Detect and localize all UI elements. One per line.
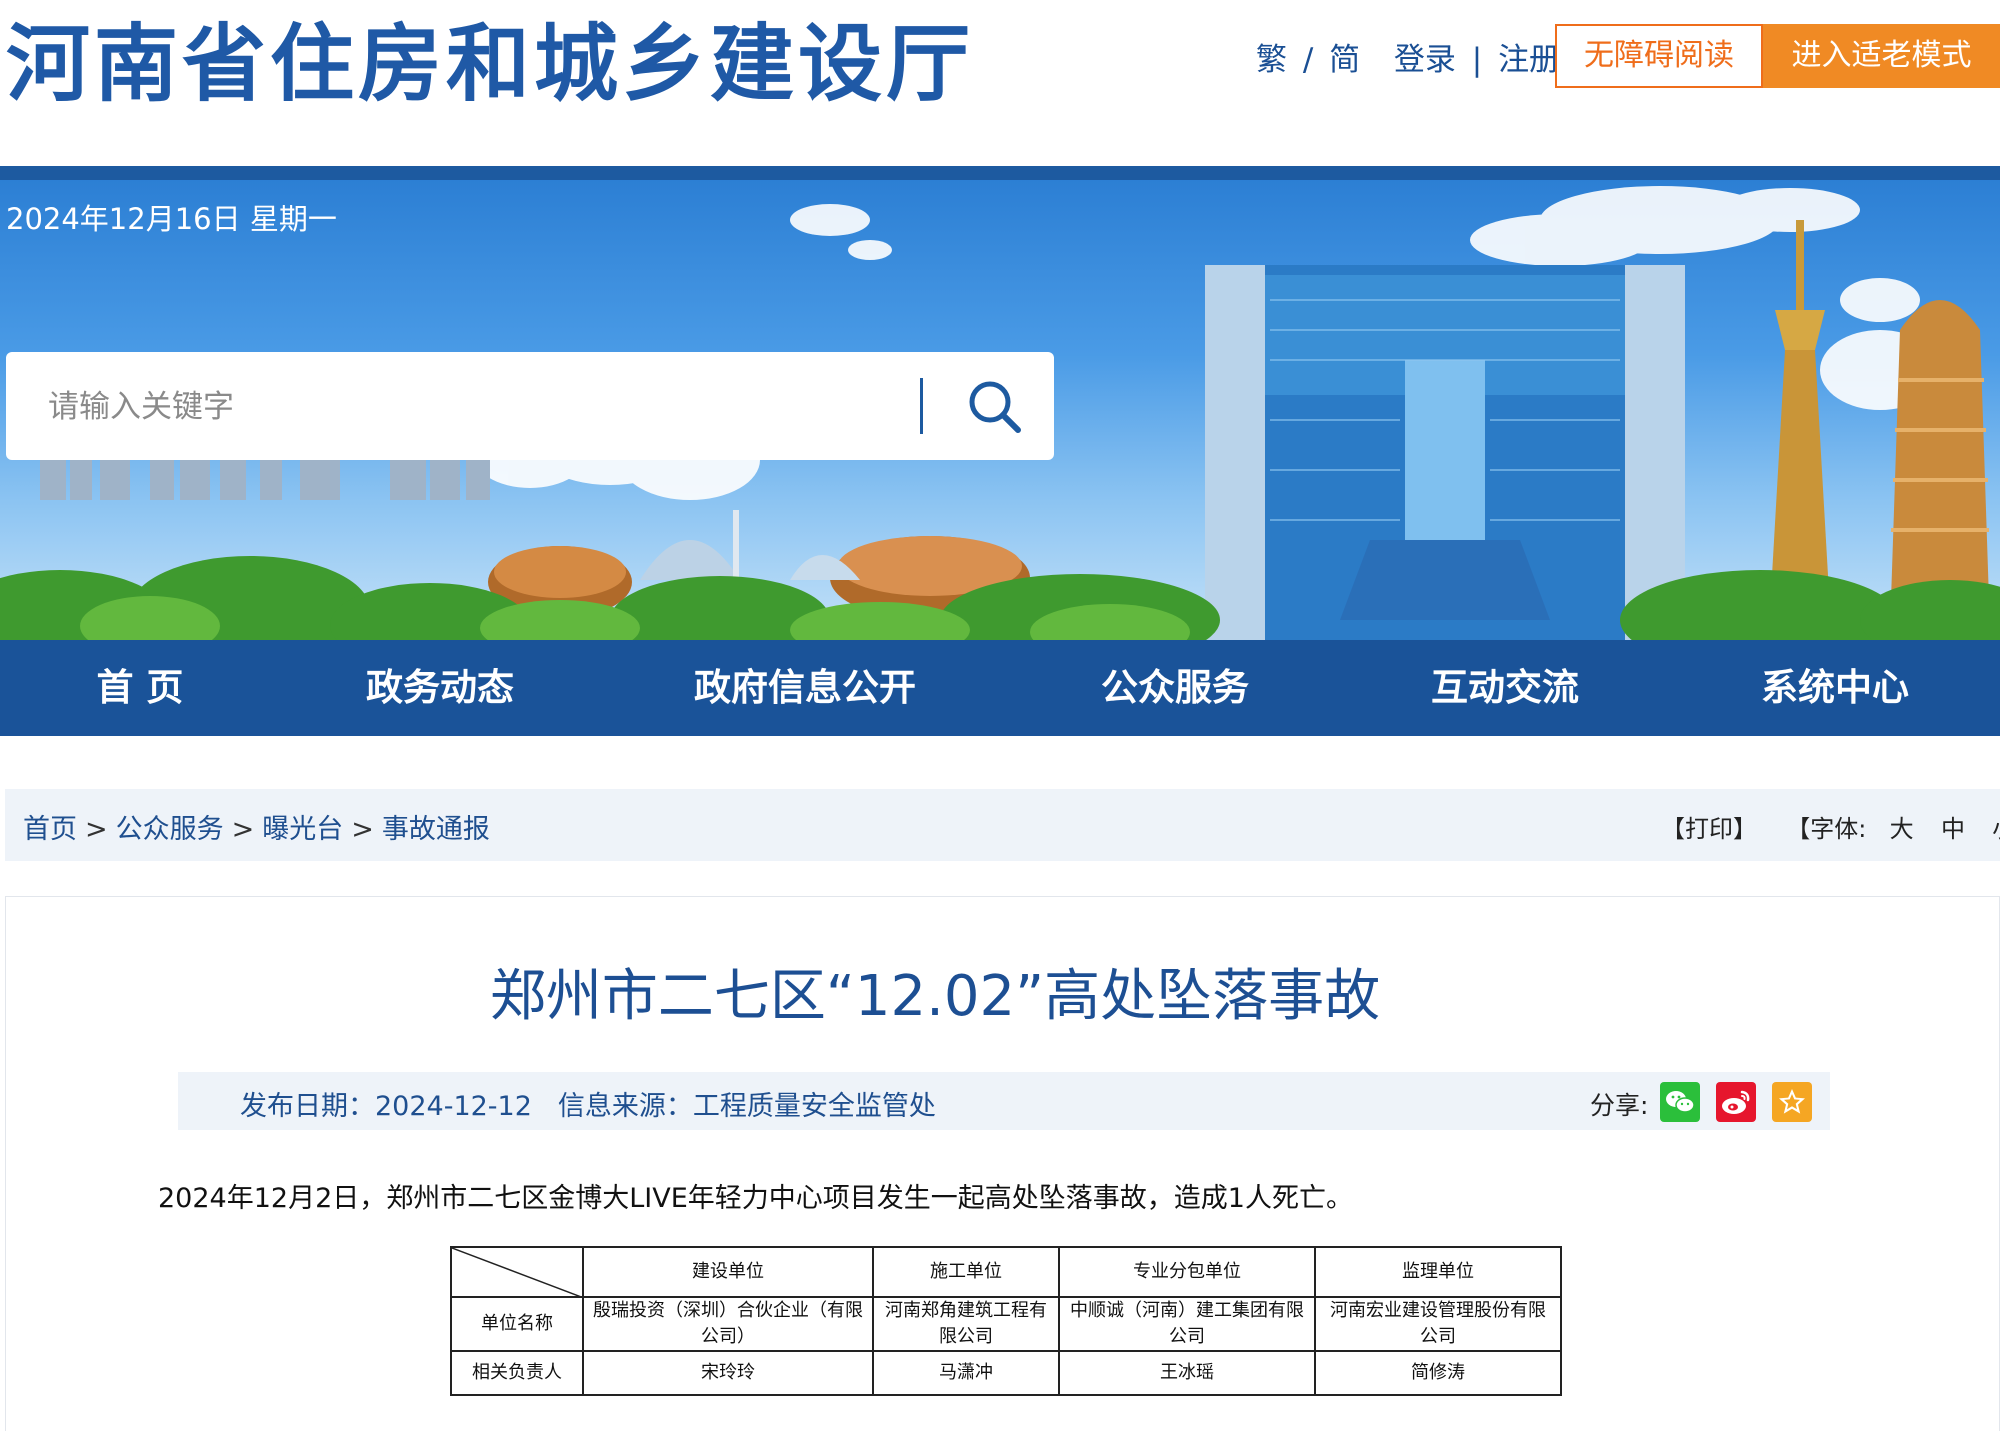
table-header-construction-unit: 建设单位 — [582, 1246, 874, 1298]
table-header-subcontractor: 专业分包单位 — [1058, 1246, 1316, 1298]
search-icon — [969, 381, 1021, 433]
publish-date: 2024-12-12 — [375, 1091, 532, 1122]
table-cell-person: 马潇冲 — [872, 1350, 1060, 1396]
search-divider — [920, 378, 923, 434]
font-size-label: 【字体: — [1786, 815, 1867, 843]
share-wechat-button[interactable] — [1660, 1082, 1700, 1122]
table-cell-company: 河南宏业建设管理股份有限公司 — [1314, 1296, 1562, 1352]
font-small-button[interactable]: 小 — [1992, 809, 2000, 844]
site-header: 河南省住房和城乡建设厅 繁 / 简 登录 | 注册 无障碍阅读 进入适老模式 — [0, 0, 2000, 168]
table-cell-company: 殷瑞投资（深圳）合伙企业（有限公司） — [582, 1296, 874, 1352]
share-favorite-button[interactable] — [1772, 1082, 1812, 1122]
accident-units-table: 建设单位 施工单位 专业分包单位 监理单位 单位名称 殷瑞投资（深圳）合伙企业（… — [450, 1246, 1562, 1396]
print-button[interactable]: 【打印】 — [1661, 809, 1757, 844]
share-label: 分享: — [1590, 1091, 1649, 1120]
article-meta: 发布日期：2024-12-12 信息来源：工程质量安全监管处 分享: — [178, 1072, 1830, 1130]
top-links: 繁 / 简 登录 | 注册 — [1256, 34, 1560, 79]
lang-traditional-link[interactable]: 繁 — [1256, 34, 1287, 79]
font-medium-button[interactable]: 中 — [1941, 809, 1965, 844]
breadcrumb-public-service[interactable]: 公众服务 — [116, 814, 224, 845]
weibo-icon — [1722, 1090, 1750, 1114]
nav-government-news[interactable]: 政务动态 — [330, 640, 550, 736]
lang-separator: / — [1302, 42, 1314, 78]
table-cell-company: 河南郑角建筑工程有限公司 — [872, 1296, 1060, 1352]
font-large-button[interactable]: 大 — [1890, 809, 1914, 844]
lang-simplified-link[interactable]: 简 — [1329, 34, 1360, 79]
table-cell-person: 简修涛 — [1314, 1350, 1562, 1396]
breadcrumb-separator: > — [351, 814, 374, 845]
nav-public-service[interactable]: 公众服务 — [1065, 640, 1285, 736]
diagonal-line — [452, 1248, 584, 1298]
share-weibo-button[interactable] — [1716, 1082, 1756, 1122]
search-button[interactable] — [956, 370, 1036, 442]
article-title: 郑州市二七区“12.02”高处坠落事故 — [489, 964, 1381, 1029]
site-title[interactable]: 河南省住房和城乡建设厅 — [6, 14, 974, 114]
nav-home[interactable]: 首 页 — [40, 640, 240, 736]
breadcrumb-home[interactable]: 首页 — [23, 814, 77, 845]
table-cell-person: 宋玲玲 — [582, 1350, 874, 1396]
table-corner-cell — [450, 1246, 584, 1298]
city-banner: 2024年12月16日 星期一 — [0, 180, 2000, 640]
breadcrumb-exposure[interactable]: 曝光台 — [262, 814, 343, 845]
register-link[interactable]: 注册 — [1498, 34, 1560, 79]
breadcrumb-separator: > — [231, 814, 255, 845]
header-divider — [0, 166, 2000, 180]
article-meta-info: 发布日期：2024-12-12 信息来源：工程质量安全监管处 — [240, 1084, 936, 1123]
breadcrumb-bar: 首页>公众服务>曝光台>事故通报 【打印】 【字体: 大 中 小 】 — [5, 789, 2000, 861]
search-input[interactable] — [46, 378, 890, 436]
main-nav: 首 页 政务动态 政府信息公开 公众服务 互动交流 系统中心 — [0, 640, 2000, 736]
accessibility-button[interactable]: 无障碍阅读 — [1555, 24, 1763, 88]
source-value: 工程质量安全监管处 — [692, 1091, 936, 1122]
source-label: 信息来源： — [557, 1091, 693, 1122]
table-header-supervisor: 监理单位 — [1314, 1246, 1562, 1298]
elder-mode-button[interactable]: 进入适老模式 — [1763, 24, 2000, 88]
link-separator: | — [1471, 42, 1483, 78]
table-cell-person: 王冰瑶 — [1058, 1350, 1316, 1396]
search-box — [6, 352, 1054, 460]
breadcrumb: 首页 > 公众服务 > 曝光台 > 事故通报 — [23, 807, 490, 846]
current-date: 2024年12月16日 星期一 — [6, 202, 337, 236]
table-cell-company: 中顺诚（河南）建工集团有限公司 — [1058, 1296, 1316, 1352]
table-row-label-unit-name: 单位名称 — [450, 1296, 584, 1352]
page-tools: 【打印】 【字体: 大 中 小 】 — [1661, 809, 2000, 844]
publish-date-label: 发布日期： — [240, 1091, 375, 1122]
wechat-icon — [1666, 1091, 1695, 1113]
breadcrumb-separator: > — [85, 814, 108, 845]
table-header-contractor: 施工单位 — [872, 1246, 1060, 1298]
article-body-paragraph: 2024年12月2日，郑州市二七区金博大LIVE年轻力中心项目发生一起高处坠落事… — [158, 1183, 1353, 1214]
breadcrumb-accident-report[interactable]: 事故通报 — [382, 814, 490, 845]
table-row-label-responsible: 相关负责人 — [450, 1350, 584, 1396]
nav-system-center[interactable]: 系统中心 — [1725, 640, 1945, 736]
nav-information-disclosure[interactable]: 政府信息公开 — [660, 640, 950, 736]
login-link[interactable]: 登录 — [1394, 34, 1456, 79]
star-icon — [1779, 1089, 1805, 1114]
nav-interaction[interactable]: 互动交流 — [1395, 640, 1615, 736]
